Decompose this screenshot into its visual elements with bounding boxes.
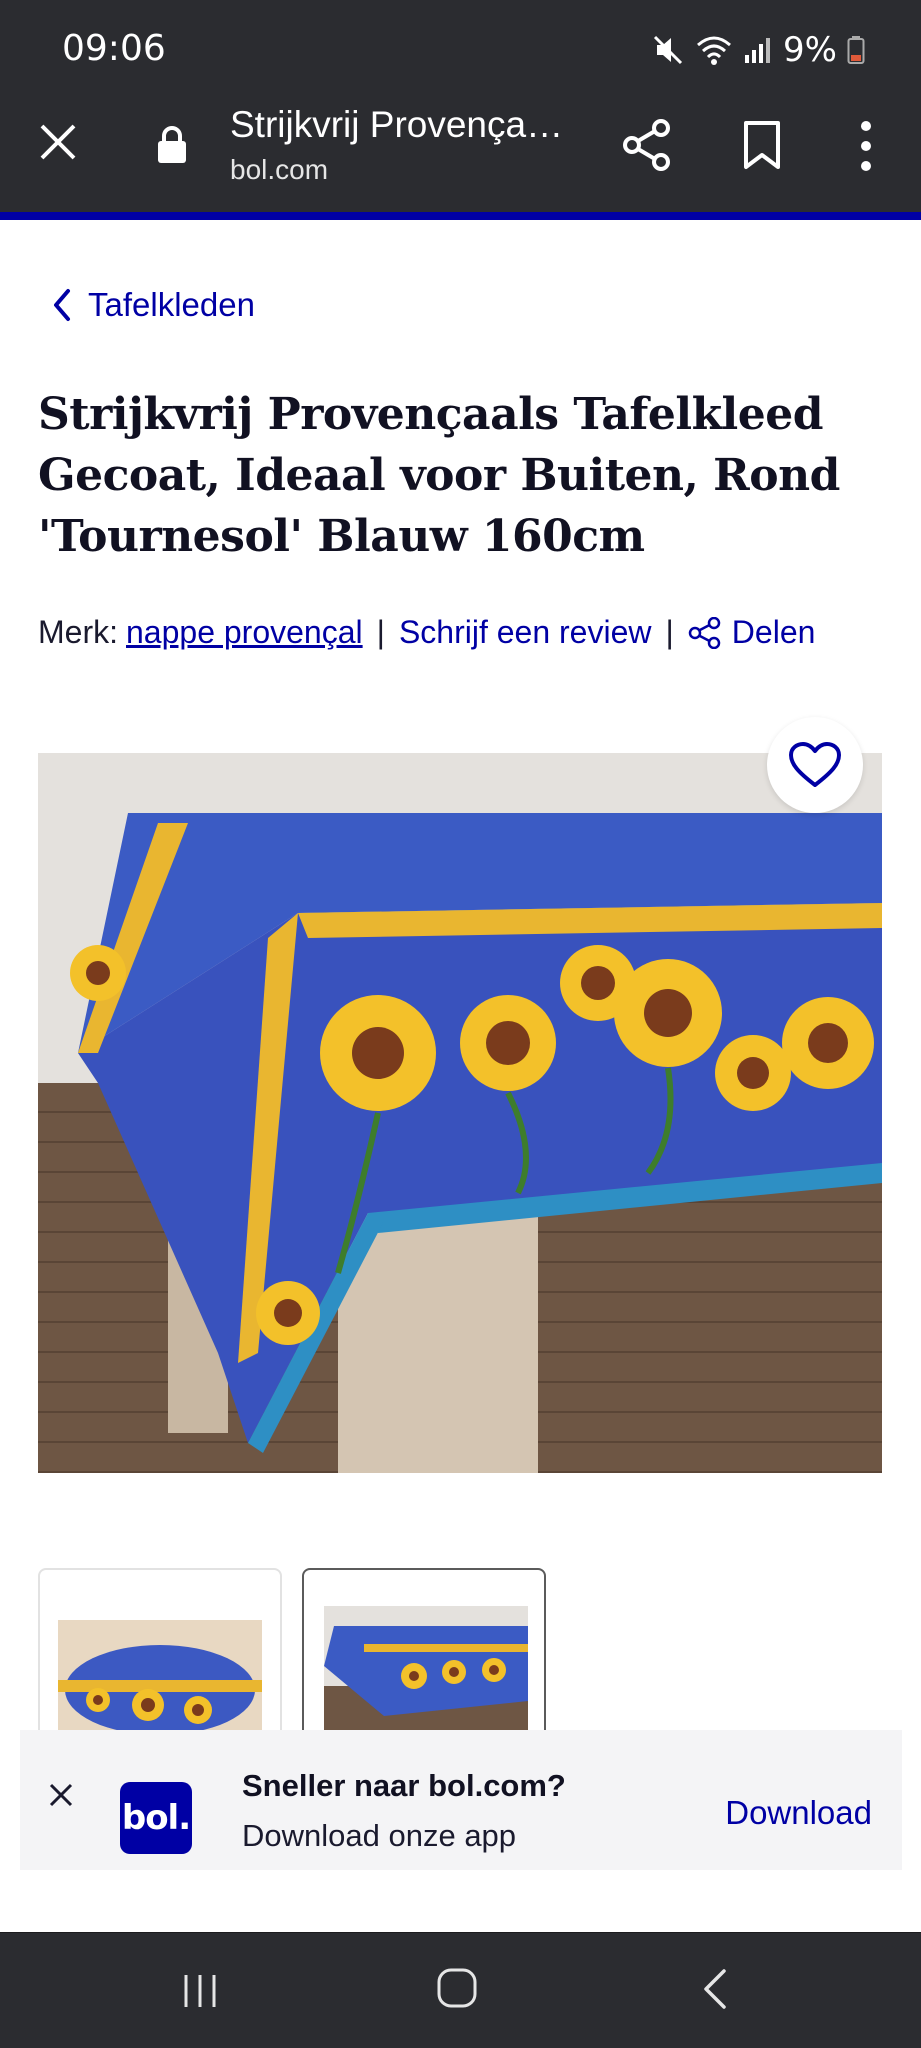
write-review-link[interactable]: Schrijf een review xyxy=(399,614,652,651)
page-url[interactable]: bol.com xyxy=(230,154,328,186)
thumbnail-image xyxy=(324,1606,528,1736)
share-icon xyxy=(688,616,721,649)
page-title-tab[interactable]: Strijkvrij Provença… xyxy=(230,104,563,146)
battery-icon xyxy=(847,36,865,64)
tablecloth-illustration xyxy=(38,753,882,1473)
share-button[interactable]: Delen xyxy=(688,614,816,651)
more-options-icon[interactable] xyxy=(858,120,874,172)
close-icon[interactable] xyxy=(46,1780,76,1810)
product-title-line: Gecoat, Ideaal voor Buiten, Rond xyxy=(38,450,840,501)
product-title: Strijkvrij Provençaals Tafelkleed Gecoat… xyxy=(38,384,888,567)
wifi-icon xyxy=(697,36,732,65)
product-title-line: Strijkvrij Provençaals Tafelkleed xyxy=(38,389,824,440)
bookmark-icon[interactable] xyxy=(742,120,782,170)
separator: | xyxy=(665,614,674,650)
breadcrumb-label[interactable]: Tafelkleden xyxy=(88,286,255,324)
product-meta-row: Merk: nappe provençal | Schrijf een revi… xyxy=(38,614,815,651)
status-icons: 9% xyxy=(651,30,865,70)
brand-link[interactable]: nappe provençal xyxy=(126,614,363,651)
favorite-button[interactable] xyxy=(767,717,863,813)
download-button[interactable]: Download xyxy=(725,1794,872,1832)
heart-icon xyxy=(789,742,841,787)
product-title-line: 'Tournesol' Blauw 160cm xyxy=(38,511,645,562)
app-download-banner: bol. Sneller naar bol.com? Download onze… xyxy=(20,1730,902,1870)
brand-label: Merk: xyxy=(38,614,118,650)
share-icon[interactable] xyxy=(620,118,674,172)
product-image[interactable] xyxy=(38,753,882,1473)
thumbnail-image xyxy=(58,1620,262,1736)
separator: | xyxy=(376,614,385,650)
breadcrumb[interactable]: Tafelkleden xyxy=(52,286,255,324)
battery-percentage: 9% xyxy=(783,30,837,70)
signal-icon xyxy=(745,38,771,63)
back-icon[interactable] xyxy=(700,1967,730,2011)
status-bar: 09:06 9% xyxy=(0,0,921,100)
thumbnail-1[interactable] xyxy=(38,1568,282,1738)
status-time: 09:06 xyxy=(62,28,166,69)
mute-icon xyxy=(653,35,683,65)
close-tab-icon[interactable] xyxy=(38,122,78,162)
home-icon[interactable] xyxy=(436,1967,478,2009)
thumbnail-2[interactable] xyxy=(302,1568,546,1738)
share-label: Delen xyxy=(731,614,816,650)
chevron-left-icon xyxy=(54,289,70,321)
browser-toolbar: Strijkvrij Provença… bol.com xyxy=(0,100,921,220)
banner-subtitle: Download onze app xyxy=(242,1818,517,1853)
bol-logo: bol. xyxy=(120,1782,192,1854)
banner-title: Sneller naar bol.com? xyxy=(242,1768,566,1803)
page-load-indicator xyxy=(0,212,921,220)
recent-apps-icon[interactable] xyxy=(180,1971,220,2011)
system-navigation-bar xyxy=(0,1932,921,2048)
lock-icon[interactable] xyxy=(156,124,188,164)
